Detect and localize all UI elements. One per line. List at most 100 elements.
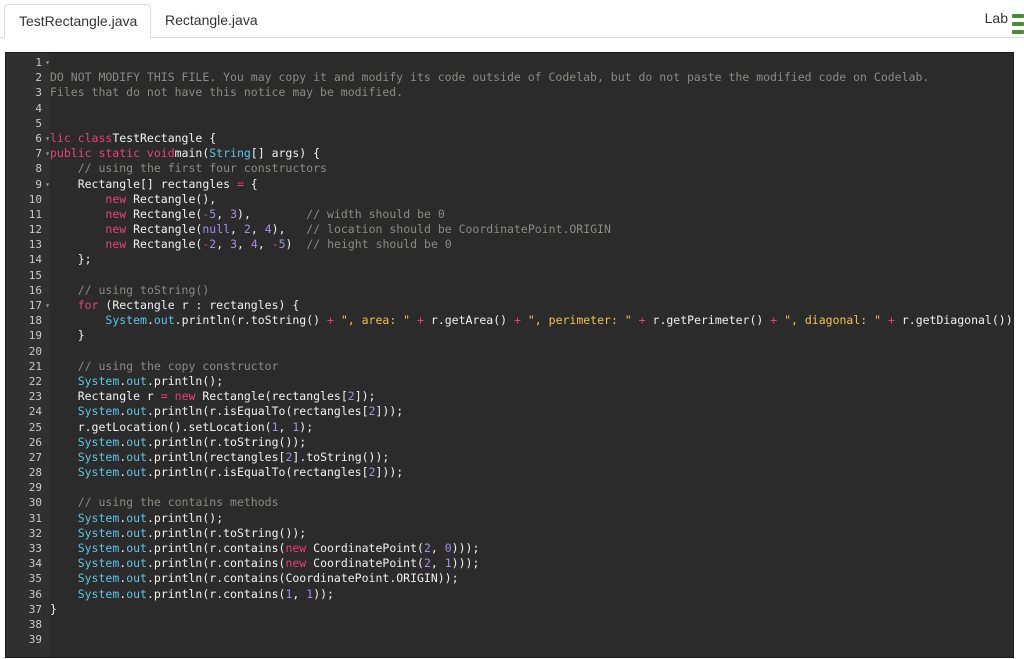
code-token: System [77,434,120,449]
code-line[interactable]: System.out.println(); [50,374,1013,389]
code-line[interactable]: } [50,602,1013,617]
code-token: .println(r.isEqualTo(rectangles[ [146,465,369,480]
code-line[interactable] [50,116,1013,131]
code-token: .println(r.contains( [146,556,286,571]
code-line[interactable]: System.out.println(r.contains(new Coordi… [50,556,1013,571]
line-number: 7 ▾ [35,147,50,161]
code-line[interactable]: DO NOT MODIFY THIS FILE. You may copy it… [50,70,1013,85]
code-content[interactable]: DO NOT MODIFY THIS FILE. You may copy it… [50,53,1013,657]
code-token: ))); [451,541,480,555]
code-line[interactable]: System.out.println(r.isEqualTo(rectangle… [50,465,1013,480]
line-number: 25 [28,420,42,434]
code-token: System [77,556,120,571]
code-token: out [126,434,147,449]
code-token: 1 [271,419,279,434]
line-number: 8 [35,162,42,176]
code-line[interactable]: Rectangle r = new Rectangle(rectangles[2… [50,389,1013,404]
code-token: 2 [243,222,251,237]
code-token: 2 [423,556,431,571]
lab-button[interactable]: Lab [985,10,1008,26]
code-line[interactable] [50,268,1013,283]
line-number: 31 [28,511,42,525]
line-number: 1 ▾ [35,56,50,69]
code-line[interactable]: // using toString() [50,283,1013,298]
code-token: // using the first four constructors [77,161,327,176]
code-token: + [326,313,334,328]
code-token: , [430,556,445,571]
code-line[interactable]: System.out.println(rectangles[2].toStrin… [50,450,1013,465]
code-token: + [514,313,521,328]
code-line[interactable]: public static voidmain(String[] args) { [50,146,1013,161]
code-token: out [126,586,147,601]
code-line[interactable] [50,55,1013,70]
code-token: , [216,206,231,221]
code-line[interactable]: // using the first four constructors [50,161,1013,176]
code-line[interactable] [50,480,1013,495]
file-tab-bar: TestRectangle.java Rectangle.java Lab [0,0,1024,39]
code-line[interactable]: System.out.println(); [50,511,1013,526]
code-line[interactable]: Rectangle[] rectangles = { [50,177,1013,192]
code-token: r.getDiagonal()); [894,313,1013,328]
code-line[interactable]: Files that do not have this notice may b… [50,85,1013,100]
code-line[interactable]: } [50,328,1013,343]
code-line[interactable]: System.out.println(r.toString()); [50,526,1013,541]
code-line[interactable] [50,617,1013,632]
code-token: }; [50,252,92,267]
code-line[interactable]: System.out.println(r.toString()); [50,435,1013,450]
code-line[interactable]: for (Rectangle r : rectangles) { [50,298,1013,313]
code-line[interactable]: new Rectangle(-5, 3), // width should be… [50,207,1013,222]
code-editor[interactable]: 1 ▾ 2 3 4 5 6 ▾ 7 ▾ 8 9 ▾ 10 11 12 13 14 15 16 17 ▾ 18 19 20 21 22… [5,52,1014,658]
line-number: 32 [28,526,42,540]
code-line[interactable]: r.getLocation().setLocation(1, 1); [50,420,1013,435]
code-token: null [202,222,231,237]
code-line[interactable]: new Rectangle(null, 2, 4), // location s… [50,222,1013,237]
code-token: TestRectangle { [112,130,217,145]
code-token: 4 [264,222,272,237]
code-token: out [126,541,147,555]
line-number: 10 [28,192,42,206]
code-token: ]); [354,389,376,404]
code-line[interactable]: // using the copy constructor [50,359,1013,374]
code-line[interactable] [50,344,1013,359]
code-token: .println(r.toString()); [146,434,307,449]
tab-rectangle-java[interactable]: Rectangle.java [151,4,272,39]
line-number: 2 [35,71,42,85]
code-token: // using the copy constructor [77,358,279,373]
code-line[interactable]: lic classTestRectangle { [50,131,1013,146]
hamburger-menu-icon[interactable] [1012,14,1024,34]
code-line[interactable]: }; [50,252,1013,267]
code-line[interactable]: new Rectangle(), [50,192,1013,207]
code-token: new [174,389,196,404]
code-token: .println(r.isEqualTo(rectangles[ [146,404,369,419]
code-line[interactable]: System.out.println(r.contains(1, 1)); [50,587,1013,602]
code-token: CoordinatePoint( [306,541,424,555]
line-number: 24 [28,405,42,419]
code-line[interactable]: // using the contains methods [50,495,1013,510]
line-number: 27 [28,450,42,464]
code-token: ", area: " [340,313,411,328]
code-line[interactable]: System.out.println(r.contains(new Coordi… [50,541,1013,556]
code-token: 2 [423,541,431,555]
code-token: ), [271,222,307,237]
tab-testrectangle-java[interactable]: TestRectangle.java [4,4,151,39]
code-token: { [243,176,258,191]
code-token: ))); [451,556,480,571]
code-line[interactable]: new Rectangle(-2, 3, 4, -5) // height sh… [50,237,1013,252]
line-number: 19 [28,329,42,343]
line-number: 22 [28,374,42,388]
code-line[interactable]: System.out.println(r.isEqualTo(rectangle… [50,404,1013,419]
code-token: String [209,146,251,161]
code-line[interactable]: System.out.println(r.contains(Coordinate… [50,571,1013,586]
code-line[interactable] [50,632,1013,647]
code-line[interactable]: System.out.println(r.toString() + ", are… [50,313,1013,328]
code-line[interactable] [50,101,1013,116]
code-token: Rectangle(), [126,191,217,206]
code-token: (Rectangle r : rectangles) { [98,298,300,312]
